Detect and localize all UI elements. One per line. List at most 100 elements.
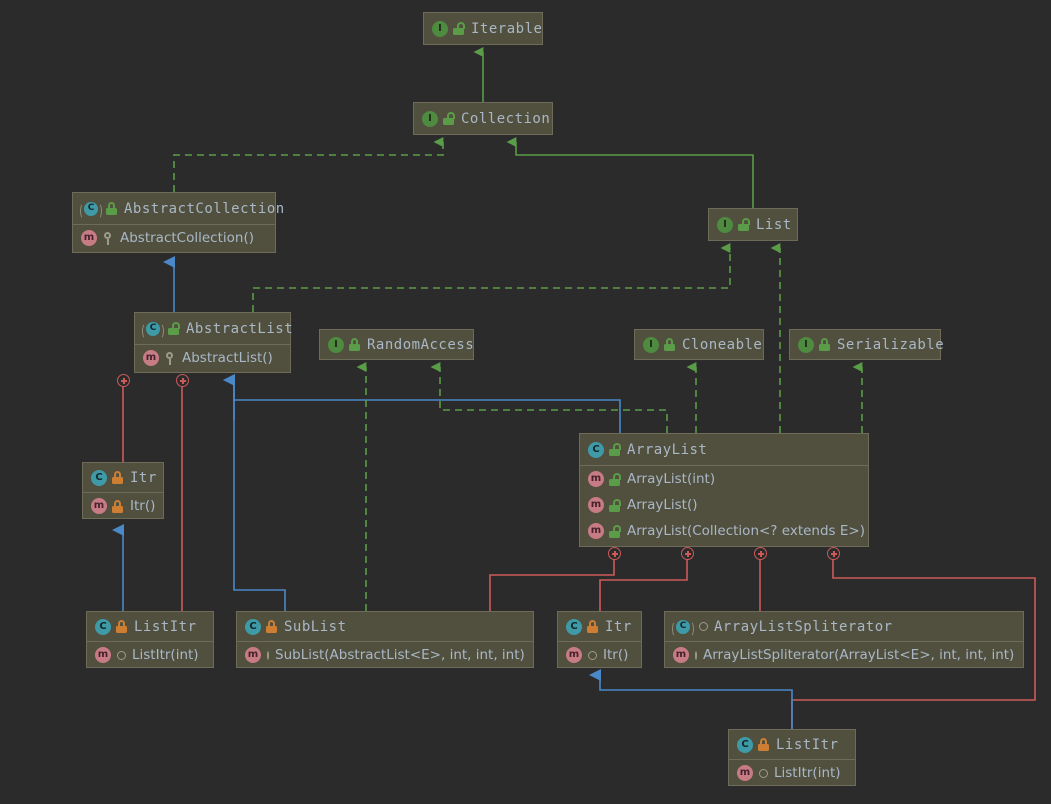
node-header: C ListItr [87,612,213,641]
member-row[interactable]: m AbstractCollection() [73,225,275,251]
class-node-serializable[interactable]: I Serializable [789,329,944,360]
interface-badge-icon: I [328,336,344,353]
node-header: C Itr [558,612,641,641]
member-row[interactable]: m ArrayList() [580,492,868,518]
member-row[interactable]: m ArrayList(int) [580,466,868,492]
lock-open-icon [609,524,621,538]
abstract-class-badge-icon: C [80,201,102,219]
lock-closed-icon [758,738,769,751]
node-header: C ArrayList [580,434,868,465]
member-label: ListItr(int) [132,647,199,663]
class-badge-icon: C [588,441,604,458]
node-members: m SubList(AbstractList<E>, int, int, int… [237,641,533,668]
node-members: m AbstractCollection() [73,224,275,251]
node-header: I Iterable [424,13,542,44]
inner-class-marker [608,547,621,560]
node-header: I RandomAccess [320,330,474,359]
inner-class-marker [117,374,130,387]
node-title: ArrayList [627,441,708,458]
class-badge-icon: C [91,469,107,486]
node-title: Collection [461,110,551,127]
member-label: Itr() [130,498,156,514]
method-badge-icon: m [588,497,604,513]
lock-closed-icon [664,338,675,351]
class-node-collection[interactable]: I Collection [413,102,553,135]
member-label: ListItr(int) [774,765,841,781]
member-row[interactable]: m ArrayListSpliterator(ArrayList<E>, int… [665,642,1023,668]
node-title: AbstractList [186,320,294,337]
node-header: I Serializable [790,330,944,359]
class-node-sublist[interactable]: C SubList m SubList(AbstractList<E>, int… [236,611,534,668]
lock-open-icon [609,472,621,486]
class-node-cloneable[interactable]: I Cloneable [634,329,764,360]
class-node-itr-arraylist[interactable]: C Itr m Itr() [557,611,642,668]
lock-closed-icon [349,338,360,351]
class-node-listitr-arraylist[interactable]: C ListItr m ListItr(int) [728,729,856,786]
class-badge-icon: C [737,736,753,753]
class-node-iterable[interactable]: I Iterable [423,12,543,45]
node-members: m AbstractList() [135,344,290,371]
abstract-class-badge-icon: C [142,321,164,339]
member-row[interactable]: m ListItr(int) [729,760,855,786]
lock-closed-icon [112,499,123,513]
node-header: C ArrayListSpliterator [665,612,1023,641]
method-badge-icon: m [566,647,582,663]
node-title: Itr [130,469,157,486]
lock-closed-icon [112,471,123,484]
member-row[interactable]: m ListItr(int) [87,642,213,668]
class-node-arraylistspliterator[interactable]: C ArrayListSpliterator m ArrayListSplite… [664,611,1024,668]
method-badge-icon: m [673,647,689,663]
method-badge-icon: m [81,230,97,246]
lock-closed-icon [266,620,277,633]
lock-closed-icon [106,202,117,215]
lock-closed-icon [116,620,127,633]
method-badge-icon: m [588,471,604,487]
node-members: m ListItr(int) [729,759,855,786]
node-members: m ArrayListSpliterator(ArrayList<E>, int… [665,641,1023,668]
member-row[interactable]: m ArrayList(Collection<? extends E>) [580,518,868,544]
class-badge-icon: C [95,618,111,635]
node-members: m ListItr(int) [87,641,213,668]
class-node-randomaccess[interactable]: I RandomAccess [319,329,474,360]
abstract-class-badge-icon: C [672,619,694,637]
member-label: AbstractCollection() [120,230,254,246]
member-row[interactable]: m SubList(AbstractList<E>, int, int, int… [237,642,533,668]
node-title: Cloneable [682,336,763,353]
node-title: ArrayListSpliterator [714,618,893,635]
inner-class-marker [176,374,189,387]
class-node-list[interactable]: I List [708,208,798,241]
class-node-itr-abstractlist[interactable]: C Itr m Itr() [82,462,164,519]
member-row[interactable]: m Itr() [83,493,163,519]
inner-class-marker [827,547,840,560]
member-label: ArrayList() [627,497,698,513]
package-private-icon [759,768,768,778]
inner-class-marker [754,547,767,560]
node-header: C ListItr [729,730,855,759]
interface-badge-icon: I [798,336,814,353]
class-node-abstractlist[interactable]: C AbstractList m AbstractList() [134,312,294,373]
node-title: SubList [284,618,347,635]
member-row[interactable]: m AbstractList() [135,345,290,371]
member-label: ArrayList(int) [627,471,716,487]
node-header: I Collection [414,103,552,134]
lock-open-icon [168,322,180,335]
node-title: Itr [605,618,632,635]
node-title: ListItr [134,618,197,635]
package-private-icon [695,650,697,660]
member-label: SubList(AbstractList<E>, int, int, int) [275,647,525,663]
package-private-icon [117,650,126,660]
class-badge-icon: C [245,618,261,635]
lock-open-icon [453,22,465,35]
class-node-abstractcollection[interactable]: C AbstractCollection m AbstractCollectio… [72,192,284,253]
lock-closed-icon [587,620,598,633]
uml-diagram-canvas: I Iterable I Collection C AbstractCollec… [0,0,1051,804]
member-row[interactable]: m Itr() [558,642,641,668]
node-title: AbstractCollection [124,200,285,217]
node-members: m Itr() [83,492,163,519]
method-badge-icon: m [95,647,111,663]
node-header: I List [709,209,797,240]
node-header: C SubList [237,612,533,641]
class-node-listitr-abstractlist[interactable]: C ListItr m ListItr(int) [86,611,214,668]
class-node-arraylist[interactable]: C ArrayList m ArrayList(int) m ArrayList… [579,433,869,547]
node-title: ListItr [776,736,839,753]
